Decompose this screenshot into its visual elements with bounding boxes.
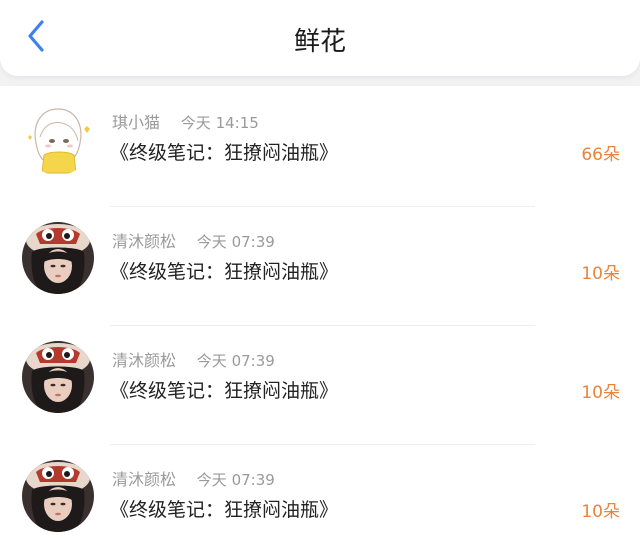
timestamp: 今天 07:39 (196, 352, 275, 370)
user-name[interactable]: 琪小猫 (112, 113, 160, 132)
avatar[interactable] (22, 341, 94, 413)
timestamp: 今天 14:15 (180, 114, 259, 132)
flower-record-list: 琪小猫 今天 14:15 《终级笔记：狂撩闷油瓶》 66朵 清沐颜松 今天 07… (0, 88, 640, 551)
page-title: 鲜花 (293, 27, 346, 57)
book-title[interactable]: 《终级笔记：狂撩闷油瓶》 (110, 495, 338, 522)
app-screen: 鲜花 琪小猫 今天 14:15 《终级笔记：狂撩闷油瓶》 66朵 清沐颜松 今天… (0, 0, 640, 551)
book-title[interactable]: 《终级笔记：狂撩闷油瓶》 (110, 376, 338, 403)
girl-photo-avatar-icon (22, 341, 94, 413)
flower-count: 10朵 (581, 502, 620, 522)
item-meta: 琪小猫 今天 14:15 (112, 109, 259, 133)
timestamp: 今天 07:39 (196, 233, 275, 251)
list-item[interactable]: 琪小猫 今天 14:15 《终级笔记：狂撩闷油瓶》 66朵 (0, 88, 640, 207)
flower-count: 10朵 (581, 264, 620, 284)
avatar[interactable] (22, 460, 94, 532)
avatar[interactable] (22, 103, 94, 175)
timestamp: 今天 07:39 (196, 471, 275, 489)
list-item[interactable]: 清沐颜松 今天 07:39 《终级笔记：狂撩闷油瓶》 10朵 (0, 207, 640, 326)
girl-photo-avatar-icon (22, 460, 94, 532)
cartoon-girl-avatar-icon (22, 103, 94, 175)
user-name[interactable]: 清沐颜松 (112, 351, 176, 370)
flower-count: 10朵 (581, 383, 620, 403)
list-item[interactable]: 清沐颜松 今天 07:39 《终级笔记：狂撩闷油瓶》 10朵 (0, 445, 640, 551)
item-meta: 清沐颜松 今天 07:39 (112, 228, 275, 252)
user-name[interactable]: 清沐颜松 (112, 470, 176, 489)
girl-photo-avatar-icon (22, 222, 94, 294)
flower-count: 66朵 (581, 145, 620, 165)
user-name[interactable]: 清沐颜松 (112, 232, 176, 251)
item-meta: 清沐颜松 今天 07:39 (112, 466, 275, 490)
book-title[interactable]: 《终级笔记：狂撩闷油瓶》 (110, 257, 338, 284)
list-item[interactable]: 清沐颜松 今天 07:39 《终级笔记：狂撩闷油瓶》 10朵 (0, 326, 640, 445)
avatar[interactable] (22, 222, 94, 294)
book-title[interactable]: 《终级笔记：狂撩闷油瓶》 (110, 138, 338, 165)
item-meta: 清沐颜松 今天 07:39 (112, 347, 275, 371)
nav-header: 鲜花 (0, 0, 640, 76)
